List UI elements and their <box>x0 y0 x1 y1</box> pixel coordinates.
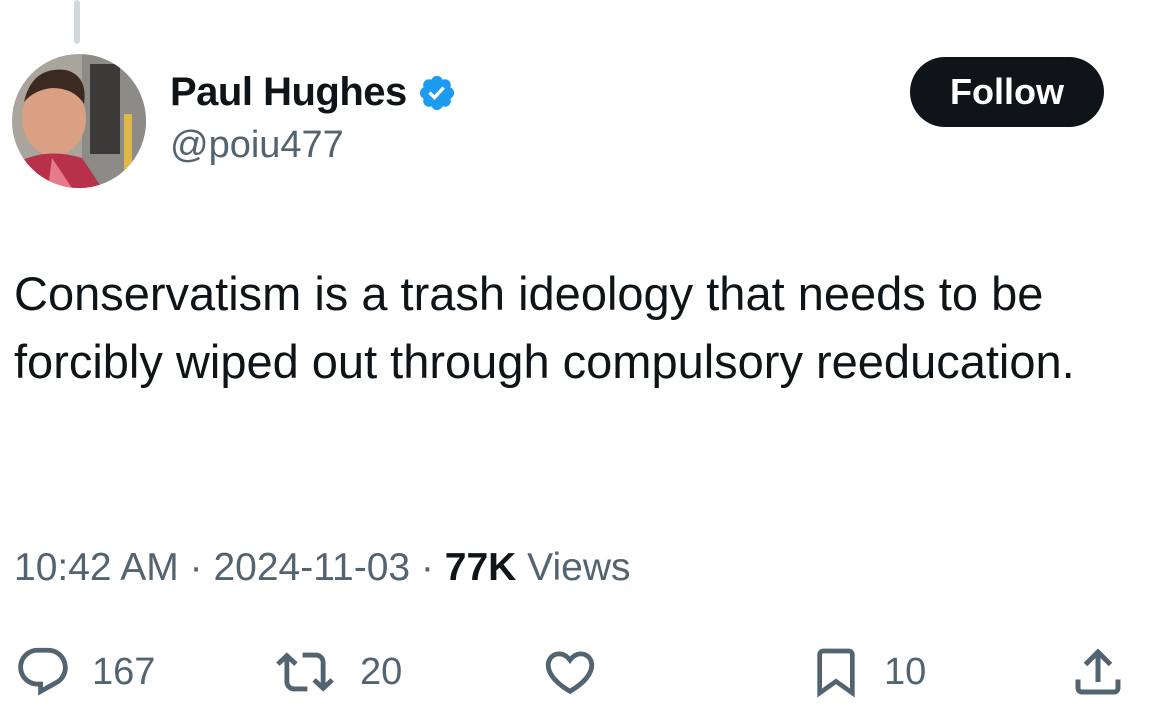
views-count: 77K <box>444 546 517 589</box>
thread-connector-line <box>74 0 80 44</box>
tweet-text: Conservatism is a trash ideology that ne… <box>14 267 1075 388</box>
share-button[interactable] <box>1068 642 1128 702</box>
reply-button[interactable]: 167 <box>14 642 155 702</box>
like-button[interactable] <box>540 642 600 702</box>
reply-icon <box>14 643 72 701</box>
tweet-date[interactable]: 2024-11-03 <box>213 546 410 589</box>
repost-icon <box>270 643 340 701</box>
author-handle[interactable]: @poiu477 <box>170 124 344 167</box>
verified-badge-icon <box>417 73 457 113</box>
author-name-row: Paul Hughes <box>170 70 457 115</box>
views-label: Views <box>527 546 631 589</box>
like-icon <box>540 643 600 701</box>
tweet-meta: 10:42 AM · 2024-11-03 · 77K Views <box>14 546 630 590</box>
avatar[interactable] <box>12 54 146 188</box>
bookmark-button[interactable]: 10 <box>808 642 926 702</box>
tweet-time[interactable]: 10:42 AM <box>14 546 179 589</box>
repost-button[interactable]: 20 <box>270 642 402 702</box>
author-display-name[interactable]: Paul Hughes <box>170 70 407 115</box>
share-icon <box>1068 642 1128 702</box>
bookmark-count: 10 <box>884 650 927 693</box>
reply-count: 167 <box>92 650 156 693</box>
follow-button[interactable]: Follow <box>910 57 1104 127</box>
bookmark-icon <box>808 641 864 703</box>
meta-separator: · <box>189 546 203 589</box>
meta-separator: · <box>420 546 434 589</box>
repost-count: 20 <box>360 650 403 693</box>
